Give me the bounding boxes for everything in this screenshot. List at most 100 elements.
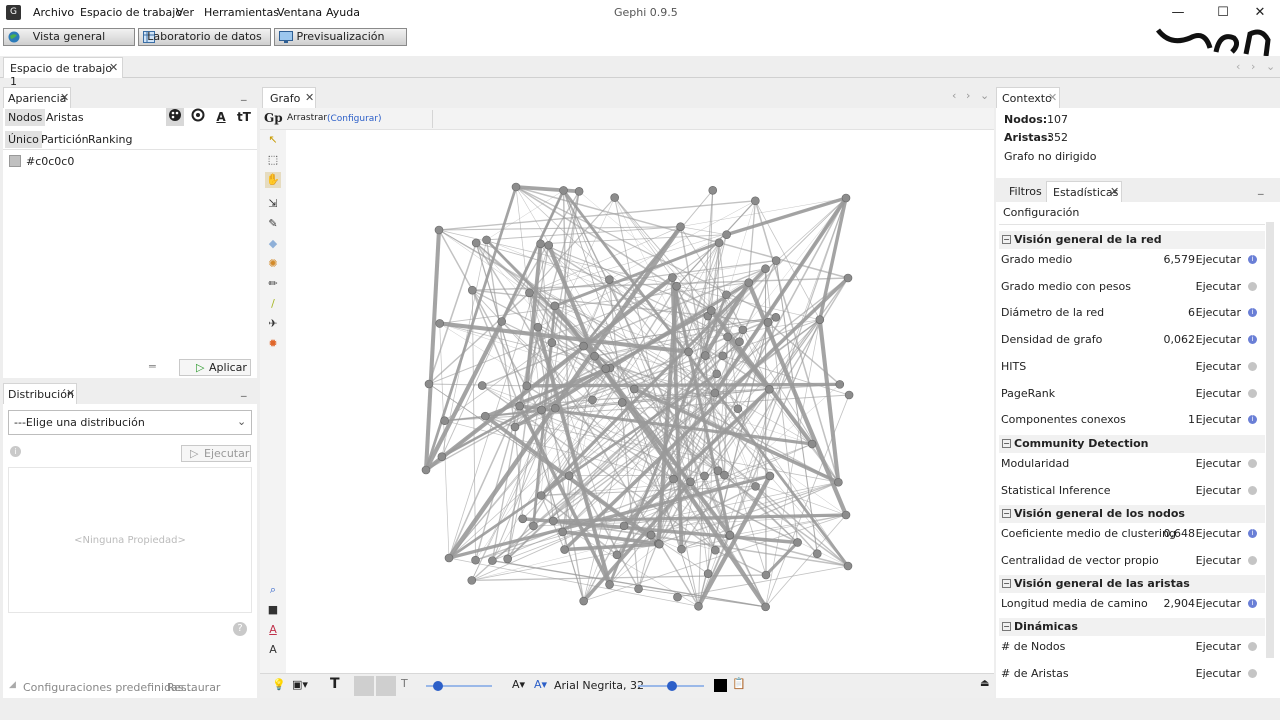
graph-node[interactable] [440, 416, 449, 426]
graph-node[interactable] [835, 380, 845, 389]
graph-node[interactable] [437, 452, 447, 462]
graph-node[interactable] [559, 186, 568, 195]
lightbulb-icon[interactable]: 💡 [272, 678, 286, 691]
distribucion-select[interactable]: ---Elige una distribución ⌄ [8, 410, 252, 435]
info-icon[interactable]: i [1248, 308, 1257, 318]
info-icon[interactable]: i [1248, 599, 1257, 608]
collapse-icon[interactable]: − [1002, 439, 1011, 448]
color-palette-icon[interactable] [166, 108, 184, 126]
configure-link[interactable]: (Configurar) [327, 114, 382, 124]
graph-node[interactable] [434, 225, 444, 235]
graph-node[interactable] [672, 281, 681, 291]
graph-node[interactable] [710, 545, 720, 555]
info-icon[interactable]: i [1248, 415, 1257, 425]
show-labels-icon[interactable]: T [330, 676, 340, 692]
close-apariencia-icon[interactable]: ✕ [60, 91, 69, 104]
graph-node[interactable] [510, 422, 520, 432]
graph-node[interactable] [807, 439, 817, 449]
graph-node[interactable] [574, 187, 584, 196]
close-estadisticas-icon[interactable]: ✕ [1110, 185, 1119, 198]
graph-node[interactable] [843, 561, 853, 571]
graph-node[interactable] [605, 580, 614, 589]
graph-node[interactable] [629, 384, 639, 394]
minimize-estadisticas-icon[interactable]: _ [1258, 182, 1264, 195]
drag-hand-icon[interactable]: ✋ [265, 172, 281, 188]
graph-node[interactable] [525, 288, 534, 298]
graph-node[interactable] [590, 351, 599, 361]
graph-node[interactable] [503, 554, 512, 564]
font-size-decrease-icon[interactable]: A▾ [512, 678, 525, 691]
info-icon[interactable]: i [10, 446, 21, 457]
tab-aristas[interactable]: Aristas [43, 109, 87, 126]
menu-herramientas[interactable]: Herramientas [204, 6, 279, 19]
chevron-down-icon[interactable]: ⌄ [980, 89, 989, 102]
graph-node[interactable] [793, 538, 802, 547]
graph-node[interactable] [841, 193, 851, 203]
graph-node[interactable] [733, 404, 743, 414]
graph-node[interactable] [668, 273, 677, 282]
graph-node[interactable] [610, 193, 619, 202]
chevron-right-icon[interactable]: › [1251, 60, 1255, 73]
graph-node[interactable] [634, 584, 643, 594]
tab-estadisticas[interactable]: Estadísticas ✕ [1046, 181, 1122, 202]
graph-node[interactable] [761, 602, 770, 612]
graph-node[interactable] [676, 222, 685, 231]
pencil-icon[interactable]: ✏ [265, 276, 281, 292]
graph-node[interactable] [533, 322, 543, 332]
font-size-increase-icon[interactable]: A▾ [534, 678, 547, 691]
ejecutar-stat-button[interactable]: Ejecutar [1196, 387, 1241, 400]
graph-node[interactable] [444, 553, 454, 563]
graph-node[interactable] [708, 186, 718, 195]
aplicar-button[interactable]: ▷ Aplicar [179, 359, 251, 376]
chevron-left-icon[interactable]: ‹ [952, 89, 956, 102]
graph-node[interactable] [549, 516, 558, 526]
vista-general-button[interactable]: Vista general [3, 28, 135, 46]
graph-node[interactable] [536, 239, 545, 249]
graph-node[interactable] [605, 275, 614, 284]
ejecutar-distribucion-button[interactable]: ▷ Ejecutar [181, 445, 251, 462]
chevron-right-icon[interactable]: › [966, 89, 970, 102]
edge-pencil-icon[interactable]: / [265, 296, 281, 312]
graph-node[interactable] [550, 403, 560, 413]
graph-node[interactable] [515, 401, 524, 411]
graph-node[interactable] [617, 398, 627, 407]
distribucion-tab[interactable]: Distribución ✕ [3, 383, 77, 404]
scrollbar[interactable] [1266, 222, 1274, 658]
brush-icon[interactable]: ✎ [265, 216, 281, 232]
color-swatch[interactable] [9, 155, 21, 167]
edge-label-icon[interactable]: T [401, 677, 408, 690]
subtab-ranking[interactable]: Ranking [85, 131, 136, 148]
graph-node[interactable] [601, 364, 611, 373]
graph-node[interactable] [529, 521, 538, 531]
close-grafo-icon[interactable]: ✕ [305, 91, 314, 104]
graph-node[interactable] [707, 306, 716, 315]
paint-icon[interactable]: ✺ [265, 256, 281, 272]
graph-node[interactable] [723, 332, 732, 342]
graph-node[interactable] [435, 319, 445, 328]
graph-node[interactable] [547, 338, 557, 347]
graph-node[interactable] [655, 539, 664, 549]
graph-node[interactable] [771, 313, 781, 322]
graph-node[interactable] [560, 545, 569, 554]
collapse-icon[interactable]: − [1002, 579, 1011, 588]
apariencia-tab[interactable]: Apariencia ✕ [3, 87, 71, 108]
graph-node[interactable] [725, 530, 735, 540]
help-icon[interactable]: ? [233, 622, 247, 636]
laboratorio-de-datos-button[interactable]: Laboratorio de datos [138, 28, 271, 46]
graph-node[interactable] [684, 347, 693, 357]
graph-node[interactable] [686, 477, 695, 487]
background-color-icon[interactable]: ■ [265, 602, 281, 618]
ejecutar-stat-button[interactable]: Ejecutar [1196, 640, 1241, 653]
label-size-icon[interactable]: A [265, 642, 281, 658]
rect-select-icon[interactable]: ⬚ [265, 152, 281, 168]
edge-tool-icon[interactable] [354, 676, 374, 696]
menu-ventana[interactable]: Ventana [277, 6, 322, 19]
graph-node[interactable] [480, 411, 490, 421]
tab-nodos[interactable]: Nodos [5, 109, 46, 126]
info-icon[interactable] [1248, 459, 1257, 468]
collapse-icon[interactable]: − [1002, 622, 1011, 631]
stat-category[interactable]: − Community Detection [999, 435, 1265, 453]
ejecutar-stat-button[interactable]: Ejecutar [1196, 457, 1241, 470]
pointer-icon[interactable]: ↖ [265, 132, 281, 148]
info-icon[interactable] [1248, 668, 1257, 678]
